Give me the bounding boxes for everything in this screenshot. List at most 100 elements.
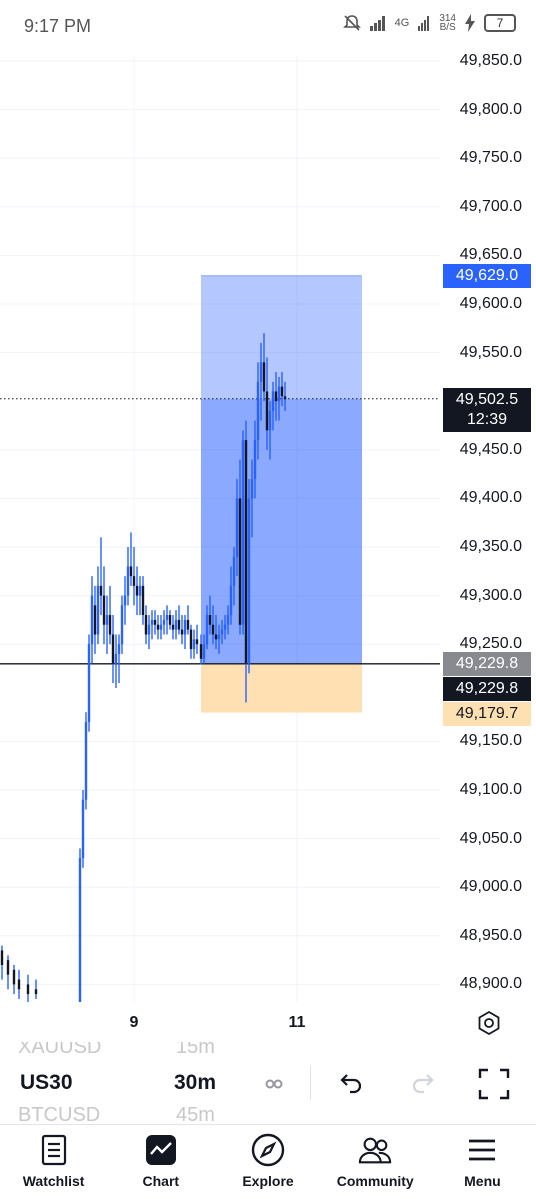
nav-menu[interactable]: Menu	[429, 1125, 536, 1199]
candle-body	[153, 619, 157, 625]
chart-type-icon[interactable]	[256, 1066, 292, 1102]
candle-body	[192, 639, 196, 650]
watchlist-icon	[37, 1133, 71, 1167]
nav-chart[interactable]: Chart	[107, 1125, 214, 1199]
nav-label-chart: Chart	[142, 1173, 180, 1189]
nav-explore[interactable]: Explore	[214, 1125, 321, 1199]
candle-body	[244, 440, 248, 664]
chart-canvas[interactable]	[0, 56, 440, 1002]
candle-body	[202, 644, 206, 659]
current-price-tag: 49,502.5 12:39	[443, 388, 531, 432]
network-type: 4G	[394, 17, 410, 29]
chart-icon	[144, 1133, 178, 1167]
ghost-interval-above: 15m	[176, 1042, 215, 1058]
candle-body	[232, 556, 236, 586]
candle-body	[138, 585, 142, 596]
toolbar-divider	[310, 1066, 311, 1100]
candle-body	[177, 619, 181, 630]
candle-body	[159, 624, 163, 630]
price-axis-label: 49,400.0	[459, 489, 522, 507]
candle-body	[171, 624, 175, 630]
candle-body	[174, 619, 178, 630]
price-axis-label: 49,850.0	[459, 52, 522, 69]
candle-body	[265, 391, 269, 431]
candle-body	[114, 653, 118, 664]
price-axis-label: 49,150.0	[459, 732, 522, 750]
price-axis-label: 49,650.0	[459, 246, 522, 264]
candle-body	[259, 362, 263, 382]
candle-body	[226, 615, 230, 625]
candle-body	[271, 391, 275, 411]
candle-body	[220, 629, 224, 635]
entry-price-tag-grey: 49,229.8	[443, 652, 531, 676]
fullscreen-icon[interactable]	[476, 1066, 512, 1102]
status-bar: 9:17 PM 4G 314 B/S 7	[0, 0, 536, 56]
ghost-symbol-above: XAUUSD	[18, 1042, 102, 1058]
nav-community[interactable]: Community	[322, 1125, 429, 1199]
candle-body	[162, 619, 166, 625]
hamburger-icon	[465, 1133, 499, 1167]
candle-body	[6, 960, 10, 975]
nav-watchlist[interactable]: Watchlist	[0, 1125, 107, 1199]
candle-body	[105, 615, 109, 625]
bar-countdown: 12:39	[466, 411, 508, 428]
status-time: 9:17 PM	[24, 16, 92, 36]
candle-body	[241, 440, 245, 625]
signal-icon	[369, 16, 385, 31]
candle-body	[102, 595, 106, 625]
mute-bell-icon	[342, 15, 361, 31]
candle-body	[78, 858, 82, 1002]
price-axis-label: 49,350.0	[459, 538, 522, 555]
price-axis[interactable]: 49,850.0 49,800.0 49,750.0 49,700.0 49,650.0…	[440, 52, 536, 1002]
candle-body	[268, 410, 272, 431]
candle-body	[247, 498, 251, 664]
candle-body	[108, 615, 112, 635]
candle-body	[189, 629, 193, 650]
undo-icon[interactable]	[332, 1066, 368, 1102]
candle-body	[223, 624, 227, 630]
ghost-symbol-below: BTCUSD	[18, 1104, 101, 1124]
candle-body	[183, 619, 187, 635]
symbol-selector[interactable]: US30	[20, 1071, 73, 1095]
candle-body	[274, 391, 278, 402]
candle-body	[180, 629, 184, 635]
people-icon	[358, 1133, 392, 1167]
candle-body	[135, 585, 139, 596]
candle-body	[250, 478, 254, 499]
candle-body	[147, 624, 151, 635]
price-axis-label: 49,600.0	[459, 295, 522, 312]
candle-body	[280, 386, 284, 397]
candle-body	[81, 799, 85, 859]
current-price: 49,502.5	[455, 391, 519, 408]
target-price-tag: 49,629.0	[443, 264, 531, 288]
candle-body	[96, 585, 100, 635]
redo-icon[interactable]	[406, 1066, 442, 1102]
interval-selector[interactable]: 30m	[174, 1071, 216, 1095]
candle-body	[144, 615, 148, 635]
time-axis[interactable]: 9 11	[0, 1002, 536, 1042]
candle-body	[211, 624, 215, 635]
candle-body	[34, 989, 38, 995]
candle-body	[195, 639, 199, 645]
candle-body	[150, 619, 154, 625]
price-axis-label: 49,250.0	[459, 635, 522, 653]
price-chart[interactable]	[0, 56, 440, 1002]
price-axis-label: 49,050.0	[459, 829, 522, 847]
price-axis-label: 49,450.0	[459, 440, 522, 458]
candle-body	[205, 615, 209, 645]
candle-body	[229, 585, 233, 616]
candle-body	[126, 566, 130, 596]
entry-price-tag: 49,229.8	[443, 677, 531, 701]
status-icons: 4G 314 B/S 7	[342, 14, 516, 33]
symbol-toolbar: XAUUSD 15m US30 30m BTCUSD 45m	[0, 1042, 536, 1124]
stop-loss-zone	[201, 663, 362, 713]
candle-body	[238, 498, 242, 625]
candle-body	[132, 576, 136, 586]
candle-body	[87, 644, 91, 722]
price-axis-label: 48,900.0	[459, 975, 522, 993]
candle-body	[199, 644, 203, 659]
nav-label-community: Community	[336, 1173, 414, 1189]
candle-body	[235, 498, 239, 557]
candle-body	[156, 624, 160, 630]
chart-settings-icon[interactable]	[476, 1010, 502, 1036]
